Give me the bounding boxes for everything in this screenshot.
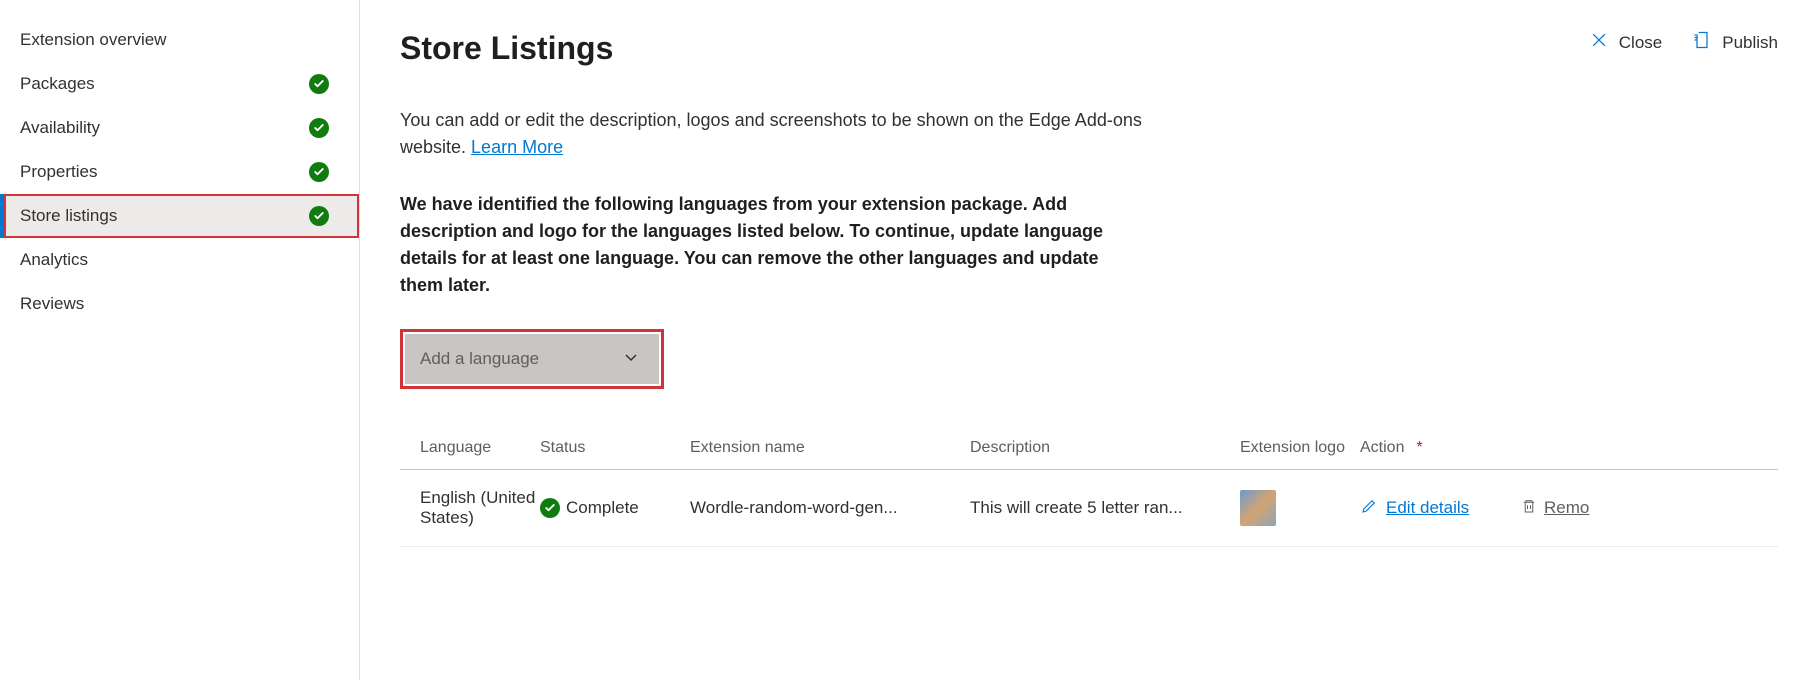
remove-label: Remo bbox=[1544, 498, 1589, 518]
sidebar-item-store-listings[interactable]: Store listings bbox=[0, 194, 359, 238]
cell-logo bbox=[1240, 490, 1360, 526]
sidebar-item-reviews[interactable]: Reviews bbox=[0, 282, 359, 326]
sidebar-item-label: Availability bbox=[20, 118, 100, 138]
sidebar-item-label: Store listings bbox=[20, 206, 117, 226]
close-icon bbox=[1589, 30, 1609, 55]
chevron-down-icon bbox=[623, 349, 639, 370]
header-extension-name: Extension name bbox=[690, 439, 970, 457]
add-language-dropdown[interactable]: Add a language bbox=[405, 334, 659, 384]
checkmark-icon bbox=[540, 498, 560, 518]
cell-status: Complete bbox=[540, 498, 690, 518]
header-description: Description bbox=[970, 439, 1240, 457]
page-title: Store Listings bbox=[400, 30, 613, 67]
main-content: Store Listings Close Publish You can add… bbox=[360, 0, 1818, 680]
cell-description: This will create 5 letter ran... bbox=[970, 498, 1240, 518]
close-button[interactable]: Close bbox=[1589, 30, 1662, 55]
table-row: English (United States) Complete Wordle-… bbox=[400, 470, 1778, 547]
publish-button[interactable]: Publish bbox=[1692, 30, 1778, 55]
sidebar-item-label: Packages bbox=[20, 74, 95, 94]
languages-table: Language Status Extension name Descripti… bbox=[400, 439, 1778, 547]
sidebar-item-label: Extension overview bbox=[20, 30, 166, 50]
sidebar: Extension overview Packages Availability… bbox=[0, 0, 360, 680]
cell-action: Edit details bbox=[1360, 497, 1520, 520]
table-header: Language Status Extension name Descripti… bbox=[400, 439, 1778, 470]
dropdown-label: Add a language bbox=[420, 349, 539, 369]
checkmark-icon bbox=[309, 118, 329, 138]
sidebar-item-analytics[interactable]: Analytics bbox=[0, 238, 359, 282]
cell-extension-name: Wordle-random-word-gen... bbox=[690, 498, 970, 518]
cell-remove[interactable]: Remo bbox=[1520, 497, 1620, 520]
pencil-icon bbox=[1360, 497, 1378, 520]
trash-icon bbox=[1520, 497, 1538, 520]
learn-more-link[interactable]: Learn More bbox=[471, 137, 563, 157]
instructions-text: We have identified the following languag… bbox=[400, 191, 1120, 299]
required-star: * bbox=[1416, 439, 1422, 457]
header-language: Language bbox=[420, 439, 540, 457]
sidebar-item-extension-overview[interactable]: Extension overview bbox=[0, 18, 359, 62]
sidebar-item-label: Analytics bbox=[20, 250, 88, 270]
close-label: Close bbox=[1619, 33, 1662, 53]
cell-language: English (United States) bbox=[420, 488, 540, 528]
sidebar-item-availability[interactable]: Availability bbox=[0, 106, 359, 150]
header-status: Status bbox=[540, 439, 690, 457]
sidebar-item-packages[interactable]: Packages bbox=[0, 62, 359, 106]
header-action: Action* bbox=[1360, 439, 1520, 457]
sidebar-item-properties[interactable]: Properties bbox=[0, 150, 359, 194]
header-actions: Close Publish bbox=[1589, 30, 1778, 55]
checkmark-icon bbox=[309, 74, 329, 94]
edit-details-link[interactable]: Edit details bbox=[1386, 498, 1469, 518]
logo-thumbnail bbox=[1240, 490, 1276, 526]
publish-icon bbox=[1692, 30, 1712, 55]
checkmark-icon bbox=[309, 162, 329, 182]
header-extension-logo: Extension logo bbox=[1240, 439, 1360, 457]
description-text: You can add or edit the description, log… bbox=[400, 107, 1160, 161]
sidebar-item-label: Properties bbox=[20, 162, 97, 182]
checkmark-icon bbox=[309, 206, 329, 226]
dropdown-highlight: Add a language bbox=[400, 329, 664, 389]
publish-label: Publish bbox=[1722, 33, 1778, 53]
sidebar-item-label: Reviews bbox=[20, 294, 84, 314]
header-row: Store Listings Close Publish bbox=[400, 30, 1778, 67]
